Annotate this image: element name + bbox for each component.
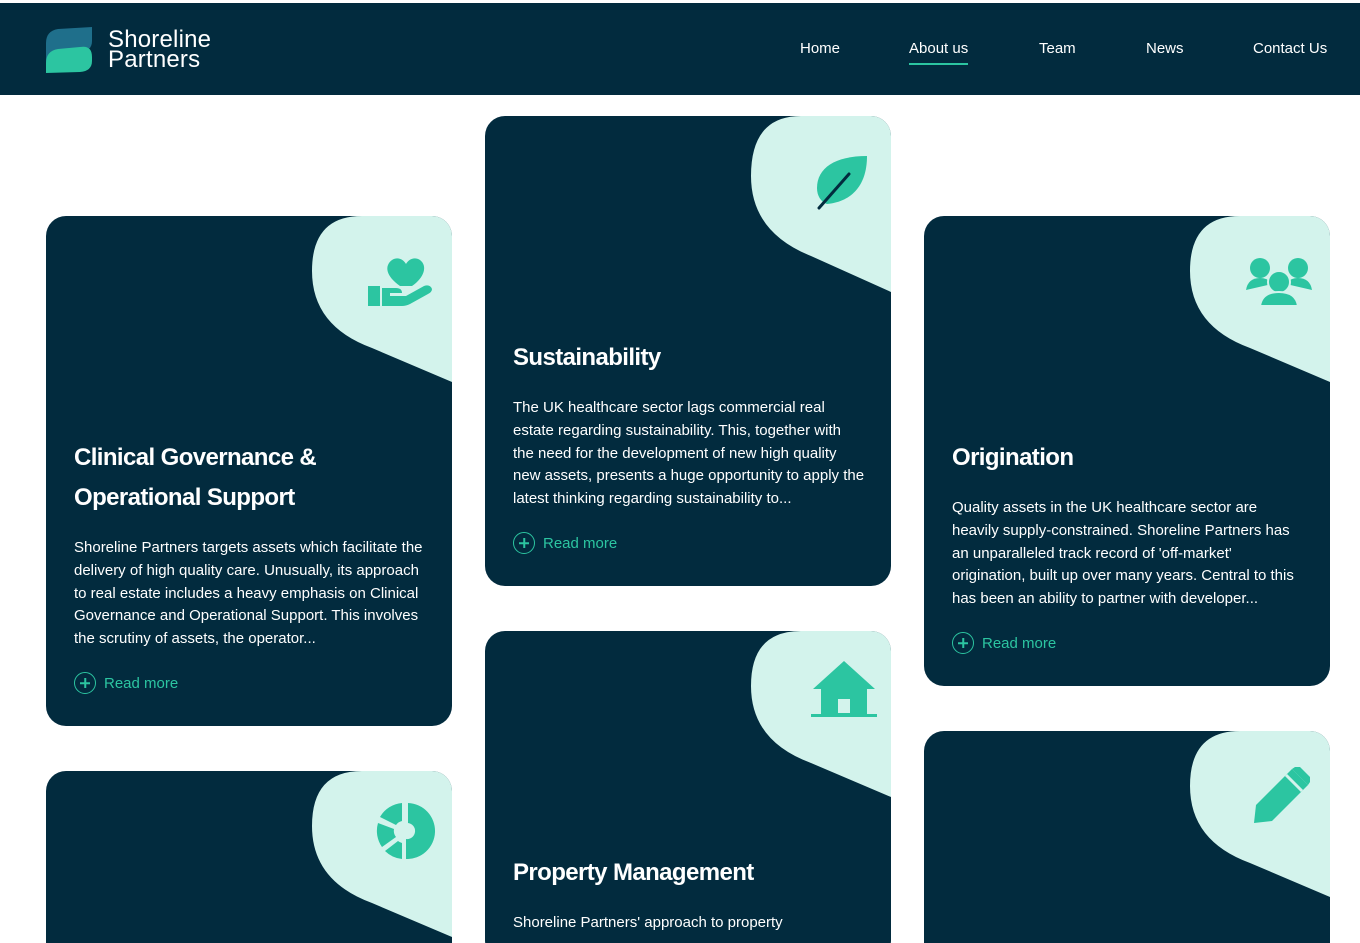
- house-icon: [811, 661, 877, 717]
- nav-contact-us[interactable]: Contact Us: [1253, 40, 1327, 63]
- card-description: Shoreline Partners' approach to property: [513, 914, 783, 931]
- read-more-link[interactable]: Read more: [74, 672, 178, 694]
- read-more-label: Read more: [982, 634, 1057, 652]
- card-title: Origination: [952, 444, 1074, 471]
- card-title: Clinical Governance & Operational Suppor…: [74, 444, 317, 511]
- read-more-label: Read more: [104, 674, 179, 692]
- pie-chart-icon: [376, 803, 435, 859]
- read-more-link[interactable]: Read more: [952, 632, 1056, 654]
- nav-about-us[interactable]: About us: [909, 40, 969, 65]
- plus-circle-icon: [513, 532, 535, 554]
- plus-circle-icon: [74, 672, 96, 694]
- card-development: [924, 731, 1330, 943]
- read-more-link[interactable]: Read more: [513, 532, 617, 554]
- leaf-icon: [817, 156, 867, 210]
- users-group-icon: [1246, 258, 1312, 306]
- card-property-management: Property Management Shoreline Partners' …: [485, 631, 891, 943]
- card-title: Sustainability: [513, 344, 661, 371]
- card-origination: Origination Quality assets in the UK hea…: [924, 216, 1330, 686]
- site-header: Shoreline Partners Home About us Team Ne…: [0, 3, 1360, 95]
- nav-home[interactable]: Home: [800, 40, 840, 63]
- brand-logo[interactable]: Shoreline Partners: [46, 27, 211, 73]
- read-more-label: Read more: [543, 534, 618, 552]
- card-performance: [46, 771, 452, 943]
- s-wave-logo-icon: [46, 27, 92, 73]
- card-description: The UK healthcare sector lags commercial…: [513, 399, 865, 508]
- nav-team[interactable]: Team: [1039, 40, 1076, 63]
- card-sustainability: Sustainability The UK healthcare sector …: [485, 116, 891, 586]
- brand-name-line2: Partners: [108, 46, 201, 73]
- nav-news[interactable]: News: [1146, 40, 1184, 63]
- card-description: Quality assets in the UK healthcare sect…: [952, 499, 1294, 608]
- card-clinical-governance: Clinical Governance & Operational Suppor…: [46, 216, 452, 726]
- pencil-icon: [1254, 767, 1310, 823]
- card-title: Property Management: [513, 859, 754, 886]
- hand-heart-icon: [368, 258, 432, 306]
- plus-circle-icon: [952, 632, 974, 654]
- card-description: Shoreline Partners targets assets which …: [74, 539, 423, 648]
